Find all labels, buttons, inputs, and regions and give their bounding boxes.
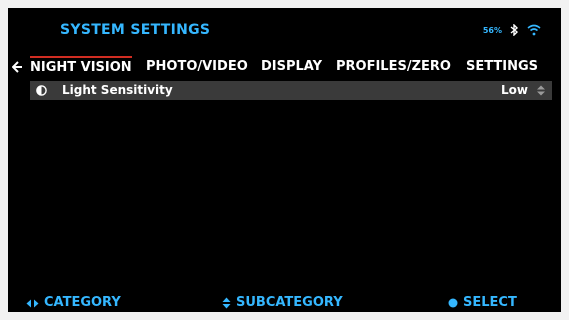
page-title: SYSTEM SETTINGS [60, 22, 211, 38]
tab-settings[interactable]: SETTINGS [466, 56, 538, 78]
tab-photo-video[interactable]: PHOTO/VIDEO [146, 56, 248, 78]
hint-select: SELECT [448, 294, 517, 312]
up-down-icon [222, 297, 231, 309]
hint-select-label: SELECT [463, 295, 517, 310]
bluetooth-icon [510, 24, 519, 36]
left-right-icon [26, 299, 39, 307]
setting-row-light-sensitivity[interactable]: Light Sensitivity Low [30, 81, 552, 100]
wifi-icon [527, 24, 541, 36]
hint-category: CATEGORY [26, 294, 121, 312]
footer-hints: CATEGORY SUBCATEGORY SELECT [8, 294, 561, 312]
hint-subcategory: SUBCATEGORY [222, 294, 343, 312]
hint-subcategory-label: SUBCATEGORY [236, 295, 343, 310]
setting-value[interactable]: Low [501, 81, 528, 100]
up-down-icon[interactable] [536, 85, 546, 96]
tab-night-vision[interactable]: NIGHT VISION [30, 56, 132, 78]
tab-display[interactable]: DISPLAY [261, 56, 322, 78]
header-bar: SYSTEM SETTINGS 56% [8, 8, 561, 52]
tab-profiles-zero[interactable]: PROFILES/ZERO [336, 56, 451, 78]
dot-icon [448, 298, 458, 308]
category-tabs: NIGHT VISION PHOTO/VIDEO DISPLAY PROFILE… [8, 56, 561, 78]
battery-level: 56% [482, 25, 502, 35]
setting-label: Light Sensitivity [62, 83, 173, 97]
device-screen: SYSTEM SETTINGS 56% NIGHT VISION PHOTO/V… [8, 8, 561, 312]
hint-category-label: CATEGORY [44, 295, 121, 310]
back-arrow-icon[interactable] [12, 59, 24, 75]
status-area: 56% [483, 24, 541, 36]
half-circle-icon [36, 85, 47, 96]
